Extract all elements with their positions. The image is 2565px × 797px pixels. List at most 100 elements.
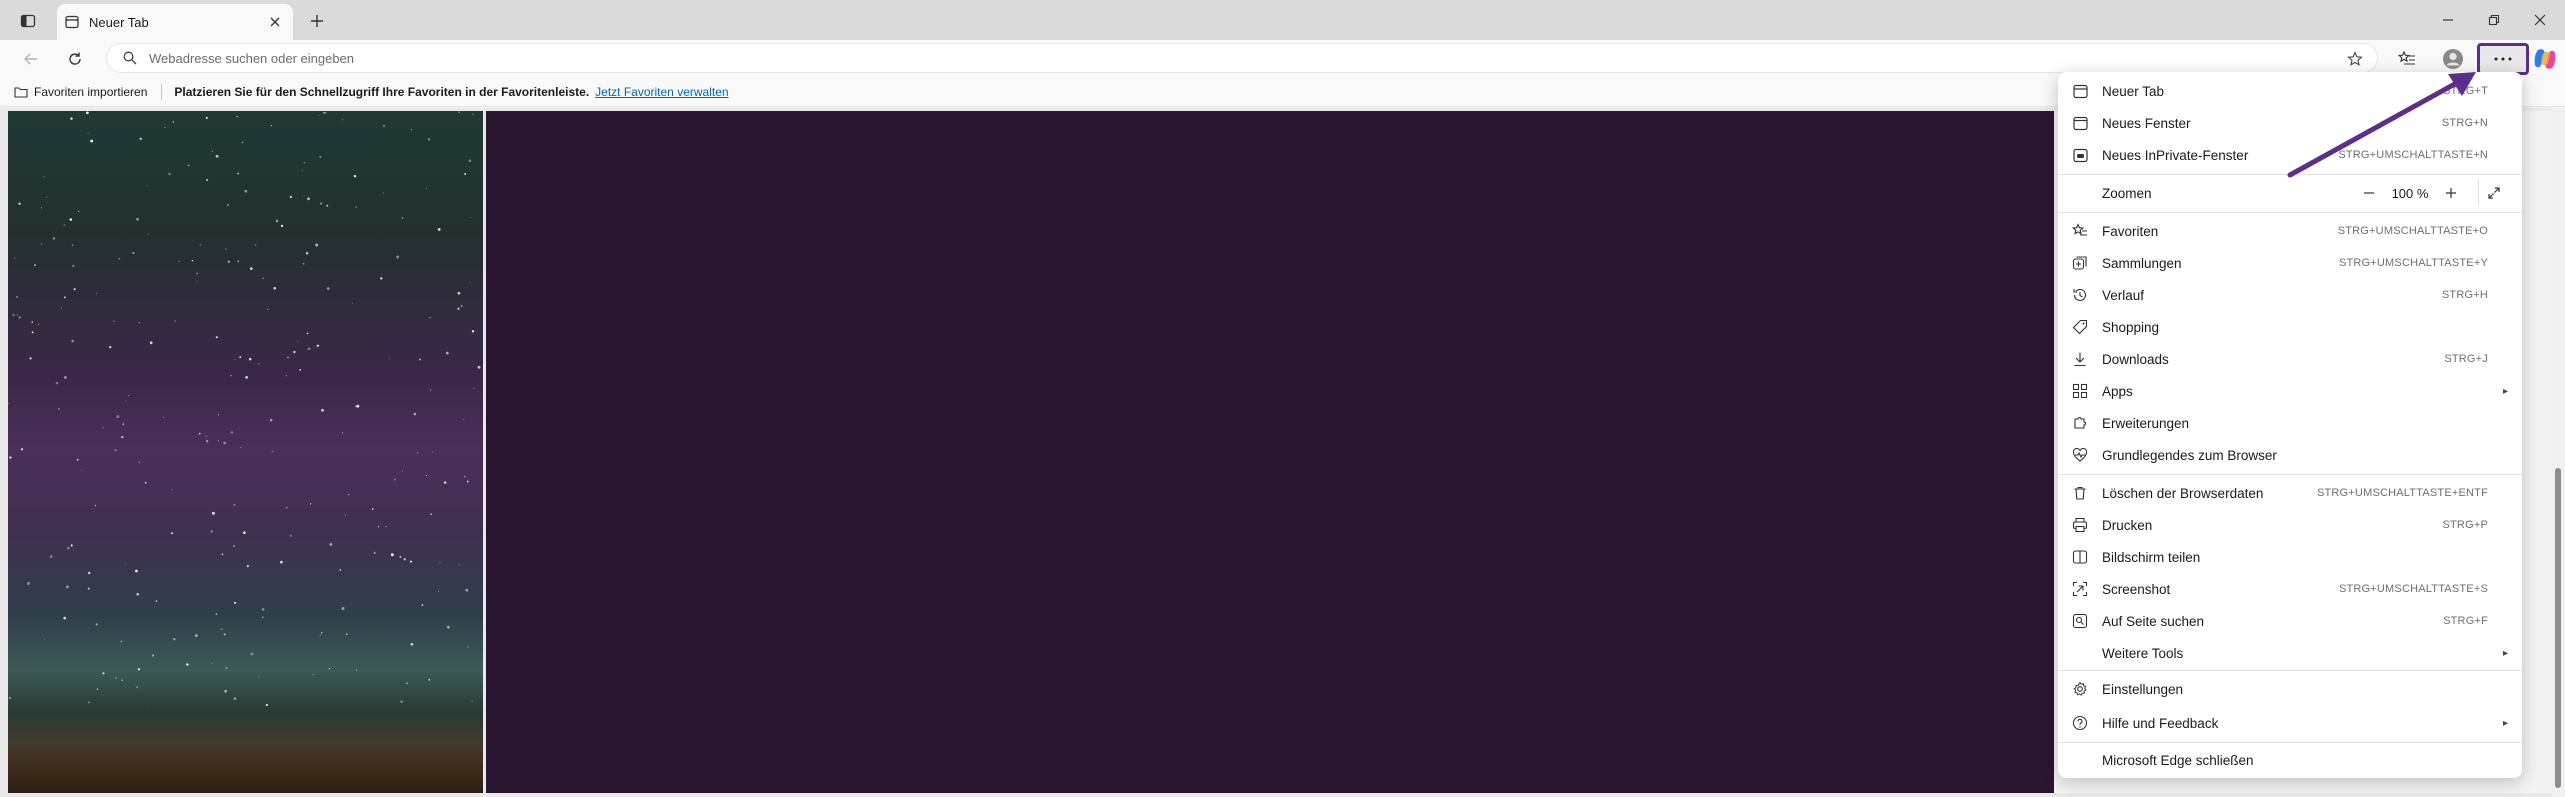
back-button[interactable] bbox=[16, 45, 46, 73]
menu-item-favorites[interactable]: Favoriten STRG+UMSCHALTTASTE+O bbox=[2064, 216, 2516, 246]
star-dot bbox=[223, 441, 227, 445]
menu-item-more-tools[interactable]: Weitere Tools ▸ bbox=[2064, 638, 2516, 668]
menu-shortcut: STRG+H bbox=[2441, 289, 2488, 301]
star-dot bbox=[411, 129, 413, 131]
menu-item-downloads[interactable]: Downloads STRG+J bbox=[2064, 344, 2516, 374]
menu-item-close-edge[interactable]: Microsoft Edge schließen bbox=[2064, 745, 2516, 775]
manage-favorites-link[interactable]: Jetzt Favoriten verwalten bbox=[595, 85, 728, 99]
star-dot bbox=[419, 358, 421, 361]
new-tab-icon bbox=[2070, 81, 2090, 101]
menu-item-extensions[interactable]: Erweiterungen bbox=[2064, 408, 2516, 438]
close-tab-button[interactable] bbox=[263, 10, 287, 34]
zoom-out-button[interactable] bbox=[2354, 180, 2384, 206]
star-dot bbox=[29, 357, 32, 360]
star-dot bbox=[64, 296, 66, 299]
history-icon bbox=[2070, 285, 2090, 305]
star-dot bbox=[309, 503, 312, 505]
menu-item-browser-essentials[interactable]: Grundlegendes zum Browser bbox=[2064, 440, 2516, 470]
scrollbar-thumb[interactable] bbox=[2555, 468, 2561, 788]
menu-item-zoom: Zoomen 100 % bbox=[2064, 178, 2516, 208]
refresh-button[interactable] bbox=[60, 45, 90, 73]
menu-item-new-window[interactable]: Neues Fenster STRG+N bbox=[2064, 108, 2516, 138]
tab-actions-button[interactable] bbox=[12, 8, 44, 34]
profile-button[interactable] bbox=[2438, 45, 2468, 73]
menu-shortcut: STRG+UMSCHALTTASTE+ENTF bbox=[2316, 487, 2488, 499]
star-dot bbox=[138, 321, 140, 324]
star-dot bbox=[469, 281, 471, 283]
star-dot bbox=[356, 404, 360, 408]
menu-item-settings[interactable]: Einstellungen bbox=[2064, 674, 2516, 704]
star-dot bbox=[218, 440, 219, 442]
minimize-button[interactable] bbox=[2433, 8, 2463, 32]
star-dot bbox=[445, 351, 449, 355]
menu-label: Microsoft Edge schließen bbox=[2102, 752, 2254, 768]
star-dot bbox=[399, 555, 402, 558]
tab-new-tab[interactable]: Neuer Tab bbox=[57, 4, 293, 40]
menu-item-help-and-feedback[interactable]: Hilfe und Feedback ▸ bbox=[2064, 708, 2516, 738]
copilot-button[interactable] bbox=[2532, 46, 2558, 72]
restore-button[interactable] bbox=[2479, 8, 2509, 32]
new-tab-button[interactable] bbox=[303, 8, 331, 34]
menu-item-apps[interactable]: Apps ▸ bbox=[2064, 376, 2516, 406]
settings-and-more-button[interactable] bbox=[2477, 43, 2529, 75]
new-window-icon bbox=[2070, 113, 2090, 133]
zoom-in-button[interactable] bbox=[2436, 180, 2466, 206]
star-dot bbox=[321, 408, 324, 412]
star-dot bbox=[416, 451, 419, 454]
star-dot bbox=[95, 623, 98, 626]
star-dot bbox=[71, 339, 74, 343]
favorites-button[interactable] bbox=[2392, 45, 2422, 73]
menu-item-find-on-page[interactable]: Auf Seite suchen STRG+F bbox=[2064, 606, 2516, 636]
star-dot bbox=[342, 432, 344, 434]
menu-item-history[interactable]: Verlauf STRG+H bbox=[2064, 280, 2516, 310]
menu-item-new-inprivate-window[interactable]: Neues InPrivate-Fenster STRG+UMSCHALTTAS… bbox=[2064, 140, 2516, 170]
star-dot bbox=[218, 414, 219, 416]
chevron-right-icon: ▸ bbox=[2502, 385, 2508, 397]
favorites-icon bbox=[2070, 221, 2090, 241]
stars-decoration bbox=[8, 111, 481, 711]
address-bar[interactable] bbox=[106, 43, 2378, 73]
star-dot bbox=[471, 330, 475, 333]
menu-item-print[interactable]: Drucken STRG+P bbox=[2064, 510, 2516, 540]
copilot-icon bbox=[2534, 49, 2556, 69]
star-dot bbox=[299, 368, 302, 371]
minus-icon bbox=[2364, 192, 2374, 194]
menu-item-screenshot[interactable]: Screenshot STRG+UMSCHALTTASTE+S bbox=[2064, 574, 2516, 604]
background-photo-night-sky bbox=[8, 111, 483, 793]
menu-item-split-screen[interactable]: Bildschirm teilen bbox=[2064, 542, 2516, 572]
star-dot bbox=[403, 558, 406, 561]
star-dot bbox=[237, 260, 240, 263]
star-dot bbox=[211, 662, 213, 664]
star-dot bbox=[457, 291, 461, 295]
star-dot bbox=[16, 295, 19, 298]
star-dot bbox=[421, 604, 424, 606]
star-dot bbox=[401, 217, 404, 219]
menu-label: Hilfe und Feedback bbox=[2102, 715, 2219, 731]
close-window-button[interactable] bbox=[2525, 8, 2555, 32]
star-dot bbox=[351, 302, 353, 304]
star-dot bbox=[233, 697, 237, 701]
star-dot bbox=[409, 560, 413, 563]
menu-item-collections[interactable]: Sammlungen STRG+UMSCHALTTASTE+Y bbox=[2064, 248, 2516, 278]
menu-item-clear-browsing-data[interactable]: Löschen der Browserdaten STRG+UMSCHALTTA… bbox=[2064, 478, 2516, 508]
address-input[interactable] bbox=[149, 50, 2299, 66]
star-dot bbox=[297, 341, 299, 342]
star-dot bbox=[262, 277, 264, 280]
add-favorite-star-icon[interactable] bbox=[2345, 49, 2365, 69]
star-dot bbox=[196, 272, 199, 275]
star-dot bbox=[186, 663, 189, 666]
star-dot bbox=[168, 172, 171, 176]
page-scrollbar[interactable] bbox=[2552, 108, 2565, 797]
star-dot bbox=[326, 204, 329, 207]
menu-item-shopping[interactable]: Shopping bbox=[2064, 312, 2516, 342]
menu-item-new-tab[interactable]: Neuer Tab STRG+T bbox=[2064, 76, 2516, 106]
import-favorites-button[interactable]: Favoriten importieren bbox=[14, 85, 147, 99]
star-dot bbox=[43, 176, 45, 178]
star-dot bbox=[383, 124, 385, 127]
star-dot bbox=[270, 124, 273, 127]
star-dot bbox=[430, 513, 432, 515]
inprivate-icon bbox=[2070, 145, 2090, 165]
star-dot bbox=[464, 475, 466, 478]
fullscreen-button[interactable] bbox=[2478, 180, 2508, 206]
menu-label: Drucken bbox=[2102, 517, 2153, 533]
